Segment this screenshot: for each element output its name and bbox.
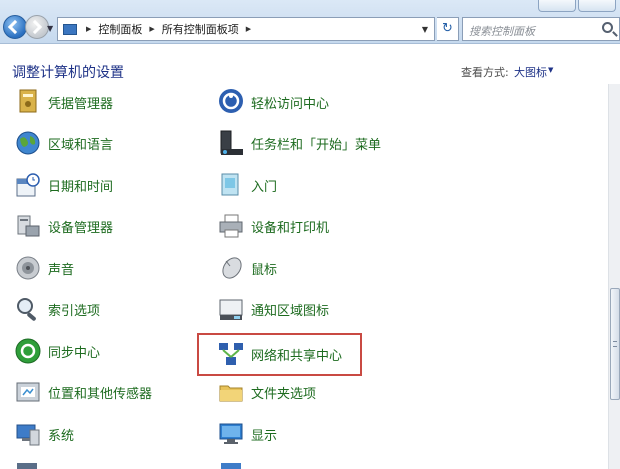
item-sound[interactable]: 声音 (14, 254, 74, 282)
breadcrumb-control-panel[interactable]: 控制面板 (96, 21, 144, 37)
computer-icon (16, 424, 40, 446)
item-ease-of-access[interactable]: 轻松访问中心 (217, 88, 329, 116)
item-date-time[interactable]: 日期和时间 (14, 171, 113, 199)
item-label: 同步中心 (48, 345, 101, 361)
calendar-clock-icon (16, 173, 40, 197)
vertical-scrollbar[interactable] (608, 84, 620, 469)
item-indexing-options[interactable]: 索引选项 (14, 295, 100, 323)
item-label: 鼠标 (251, 262, 278, 278)
address-bar: ▼ ▶ 控制面板 ▶ 所有控制面板项 ▶ ▼ ↻ 搜索控制面板 (0, 0, 620, 44)
minimize-button[interactable] (538, 0, 576, 12)
search-placeholder: 搜索控制面板 (469, 25, 535, 38)
sync-icon (15, 338, 41, 364)
breadcrumb-separator-icon[interactable]: ▶ (246, 25, 251, 33)
item-label: 设备管理器 (48, 220, 114, 236)
device-manager-icon (17, 215, 40, 237)
recent-pages-dropdown[interactable]: ▼ (47, 24, 53, 33)
item-label: 显示 (251, 428, 278, 444)
item-folder-options[interactable]: 文件夹选项 (217, 378, 316, 406)
back-button[interactable] (3, 15, 27, 39)
item-label: 轻松访问中心 (251, 96, 330, 112)
item-devices-printers[interactable]: 设备和打印机 (217, 212, 329, 240)
item-label: 系统 (48, 428, 75, 444)
item-partial-bottom-right[interactable] (217, 461, 245, 469)
breadcrumb-separator-icon[interactable]: ▶ (86, 25, 91, 33)
ease-of-access-icon (219, 89, 243, 113)
credential-manager-icon (19, 89, 37, 113)
refresh-button[interactable]: ↻ (437, 17, 459, 41)
scrollbar-thumb[interactable] (610, 288, 620, 400)
notification-icon (219, 299, 243, 320)
item-label: 位置和其他传感器 (48, 386, 153, 402)
address-dropdown-icon[interactable]: ▼ (422, 25, 428, 34)
item-taskbar-start-menu[interactable]: 任务栏和「开始」菜单 (217, 129, 381, 157)
monitor-icon (219, 423, 243, 444)
globe-icon (16, 131, 40, 155)
mouse-icon (222, 257, 242, 279)
item-label: 任务栏和「开始」菜单 (251, 137, 382, 153)
partial-icon (17, 463, 37, 469)
forward-button[interactable] (25, 15, 49, 39)
view-by-label: 查看方式: (461, 66, 509, 79)
item-label: 索引选项 (48, 303, 101, 319)
breadcrumb[interactable]: ▶ 控制面板 ▶ 所有控制面板项 ▶ ▼ (57, 17, 435, 41)
breadcrumb-all-items[interactable]: 所有控制面板项 (160, 21, 241, 37)
item-system[interactable]: 系统 (14, 420, 74, 448)
magnifier-icon (17, 298, 36, 321)
item-credential-manager[interactable]: 凭据管理器 (14, 88, 113, 116)
item-label: 区域和语言 (48, 137, 114, 153)
item-label: 设备和打印机 (251, 220, 330, 236)
search-icon[interactable] (602, 22, 613, 33)
control-panel-items: 凭据管理器 轻松访问中心 区域和语言 任务栏和「开始」菜单 日期和时间 入门 设… (0, 84, 608, 469)
search-input[interactable]: 搜索控制面板 (462, 17, 620, 41)
network-icon (219, 343, 243, 365)
view-by-dropdown[interactable]: 大图标 (514, 64, 547, 80)
back-arrow-icon (7, 19, 23, 35)
item-device-manager[interactable]: 设备管理器 (14, 212, 113, 240)
page-title: 调整计算机的设置 (12, 65, 124, 81)
partial-icon (221, 463, 241, 469)
item-label: 网络和共享中心 (251, 348, 343, 364)
item-partial-bottom-left[interactable] (14, 461, 42, 469)
item-label: 入门 (251, 179, 278, 195)
item-label: 声音 (48, 262, 75, 278)
item-region-language[interactable]: 区域和语言 (14, 129, 113, 157)
close-button[interactable] (578, 0, 616, 12)
content-header: 调整计算机的设置 查看方式: 大图标 ▼ (0, 44, 620, 84)
folder-icon (219, 385, 243, 402)
item-label: 文件夹选项 (251, 386, 317, 402)
item-mouse[interactable]: 鼠标 (217, 254, 277, 282)
breadcrumb-separator-icon[interactable]: ▶ (149, 25, 154, 33)
item-label: 日期和时间 (48, 179, 114, 195)
item-location-sensors[interactable]: 位置和其他传感器 (14, 378, 152, 406)
control-panel-icon (63, 23, 77, 35)
sensor-icon (16, 382, 40, 402)
forward-arrow-icon (27, 19, 43, 35)
grip-icon (613, 341, 617, 347)
item-display[interactable]: 显示 (217, 420, 277, 448)
taskbar-icon (220, 130, 243, 155)
printer-icon (219, 214, 243, 238)
item-label: 通知区域图标 (251, 303, 330, 319)
getting-started-icon (221, 173, 239, 196)
item-network-sharing-center[interactable]: 网络和共享中心 (217, 340, 342, 368)
item-label: 凭据管理器 (48, 96, 114, 112)
chevron-down-icon[interactable]: ▼ (548, 66, 553, 74)
item-sync-center[interactable]: 同步中心 (14, 337, 100, 365)
item-notification-area-icons[interactable]: 通知区域图标 (217, 295, 329, 323)
speaker-icon (16, 256, 40, 280)
item-getting-started[interactable]: 入门 (217, 171, 277, 199)
